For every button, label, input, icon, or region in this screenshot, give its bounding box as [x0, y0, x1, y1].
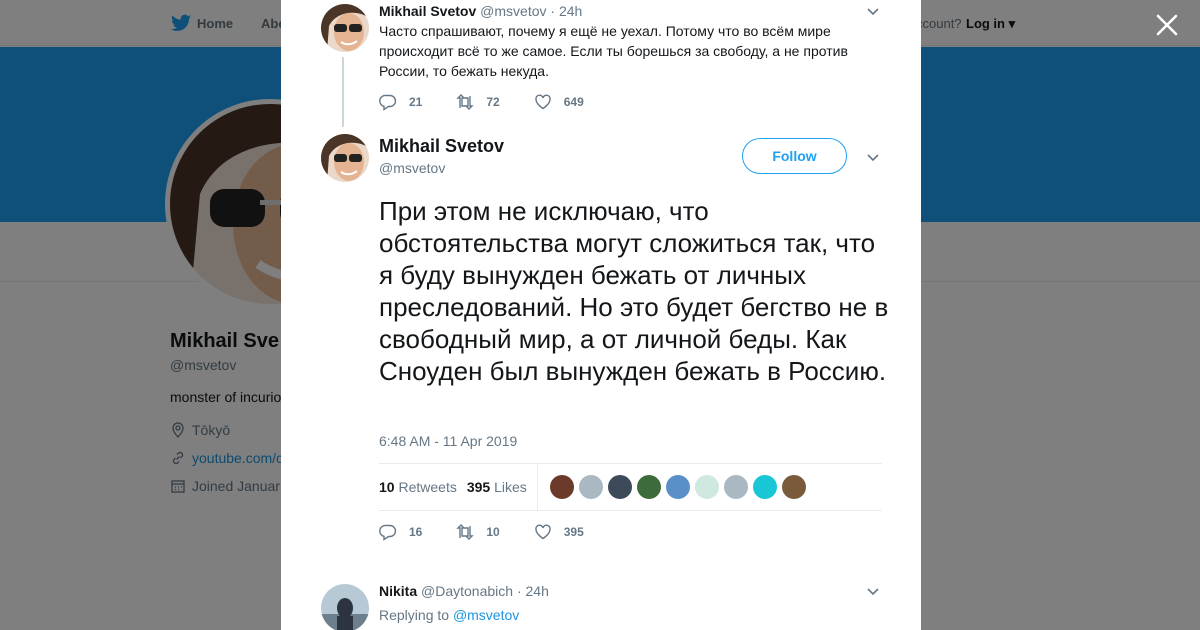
like-stat[interactable]: 395 Likes: [467, 479, 527, 495]
ancestor-actions: 21 72 649: [379, 93, 618, 111]
chevron-down-icon[interactable]: [865, 3, 881, 19]
main-like-count: 395: [563, 525, 584, 539]
retweet-stat-label: Retweets: [398, 479, 457, 495]
like-stat-count: 395: [466, 479, 491, 495]
retweet-stat[interactable]: 10 Retweets: [379, 479, 457, 495]
retweet-stat-count: 10: [379, 479, 395, 495]
liker-avatar[interactable]: [636, 475, 661, 499]
ancestor-like-button[interactable]: 649: [534, 93, 584, 111]
ancestor-retweet-count: 72: [486, 95, 500, 109]
main-reply-button[interactable]: 16: [379, 523, 422, 541]
liker-avatar[interactable]: [549, 475, 574, 499]
main-tweet-text: При этом не исключаю, что обстоятельства…: [379, 196, 889, 386]
main-tweet-actions: 16 10 395: [379, 523, 618, 541]
follow-button[interactable]: Follow: [742, 138, 847, 174]
ancestor-like-count: 649: [563, 95, 584, 109]
main-tweet-author-handle[interactable]: @msvetov: [379, 160, 445, 176]
ancestor-author-handle[interactable]: @msvetov: [480, 3, 546, 19]
ancestor-avatar[interactable]: [321, 4, 369, 52]
liker-avatar[interactable]: [665, 475, 690, 499]
ancestor-tweet-time[interactable]: · 24h: [550, 3, 582, 19]
liker-avatar[interactable]: [694, 475, 719, 499]
reply-avatar[interactable]: [321, 584, 369, 630]
retweet-icon: [456, 524, 475, 540]
liker-avatar[interactable]: [781, 475, 806, 499]
replying-to: Replying to @msvetov: [379, 607, 519, 623]
reply-icon: [379, 524, 397, 541]
thread-connector-line: [342, 57, 344, 127]
liker-avatar[interactable]: [607, 475, 632, 499]
main-tweet-avatar[interactable]: [321, 134, 369, 182]
main-reply-count: 16: [409, 525, 423, 539]
main-like-button[interactable]: 395: [534, 523, 584, 541]
main-tweet-author-name[interactable]: Mikhail Svetov: [379, 136, 504, 157]
reply-author-name[interactable]: Nikita: [379, 583, 417, 599]
ancestor-tweet-text: Часто спрашивают, почему я ещё не уехал.…: [379, 23, 848, 79]
liker-avatars: [549, 475, 806, 499]
ancestor-author-name[interactable]: Mikhail Svetov: [379, 3, 476, 19]
close-icon[interactable]: [1154, 12, 1180, 38]
reply-author-handle[interactable]: @Daytonabich: [421, 583, 513, 599]
liker-avatar[interactable]: [723, 475, 748, 499]
liker-avatar[interactable]: [578, 475, 603, 499]
retweet-icon: [456, 94, 475, 110]
heart-icon: [534, 94, 551, 110]
reply-tweet-time[interactable]: · 24h: [517, 583, 549, 599]
main-retweet-button[interactable]: 10: [456, 523, 500, 541]
replying-mention-link[interactable]: @msvetov: [453, 607, 519, 623]
replying-prefix: Replying to: [379, 607, 450, 623]
reply-author-line[interactable]: Nikita @Daytonabich · 24h: [379, 583, 549, 599]
like-stat-label: Likes: [494, 479, 527, 495]
liker-avatar[interactable]: [752, 475, 777, 499]
ancestor-author-line[interactable]: Mikhail Svetov @msvetov · 24h: [379, 3, 582, 19]
heart-icon: [534, 524, 551, 540]
main-tweet-timestamp[interactable]: 6:48 AM - 11 Apr 2019: [379, 433, 517, 449]
tweet-permalink-modal: Mikhail Svetov @msvetov · 24h Часто спра…: [281, 0, 921, 630]
stats-divider: [536, 463, 538, 511]
ancestor-reply-count: 21: [409, 95, 423, 109]
tweet-stats: 10 Retweets 395 Likes: [379, 463, 882, 511]
ancestor-reply-button[interactable]: 21: [379, 93, 422, 111]
reply-icon: [379, 94, 397, 111]
chevron-down-icon[interactable]: [865, 149, 881, 165]
main-retweet-count: 10: [486, 525, 500, 539]
chevron-down-icon[interactable]: [865, 583, 881, 599]
ancestor-retweet-button[interactable]: 72: [456, 93, 500, 111]
